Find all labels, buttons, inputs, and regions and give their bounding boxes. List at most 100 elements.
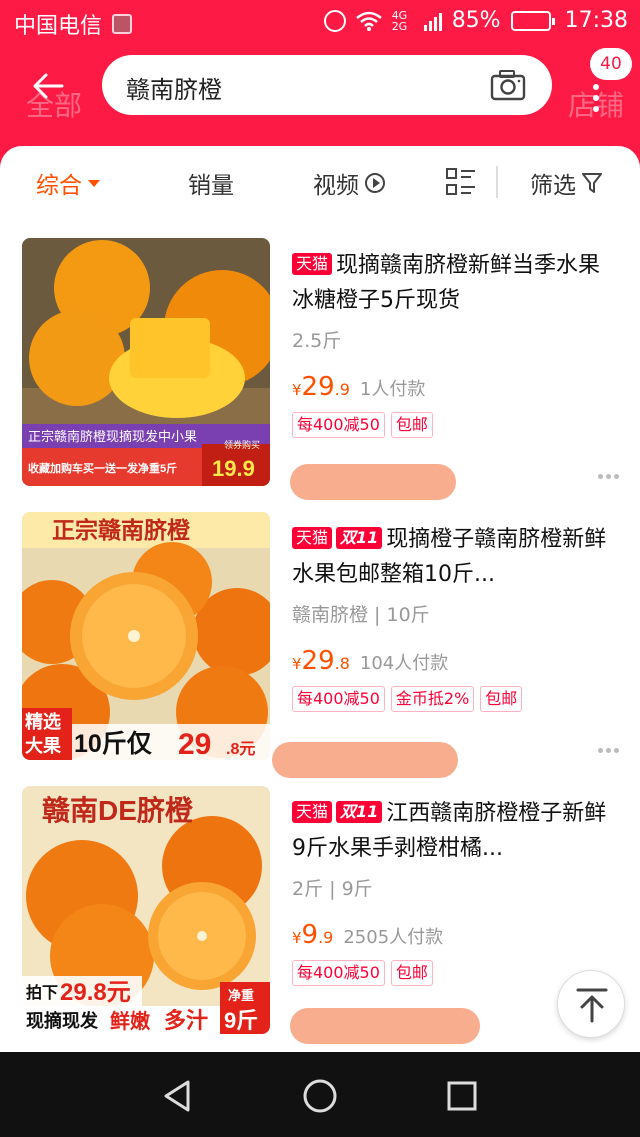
paid-count: 2505人付款: [343, 927, 444, 948]
filter-comprehensive-label: 综合: [36, 173, 82, 199]
image-bottom2: 鲜嫩: [110, 1009, 151, 1033]
more-icon: [593, 84, 601, 114]
product-price: ¥29.8: [292, 646, 350, 676]
alarm-icon: [323, 9, 346, 32]
funnel-icon: [582, 173, 602, 193]
promo-tag: 包邮: [480, 686, 523, 712]
image-price: 19.9: [212, 456, 255, 481]
product-image[interactable]: 正宗赣南脐橙 精选 大果 10斤仅 29 .8元: [22, 512, 270, 760]
status-bar: 中国电信 4G 2G 85% 17:38: [0, 0, 640, 44]
promo-tag: 金币抵2%: [390, 686, 475, 712]
product-spec: 2斤 | 9斤: [292, 878, 373, 900]
back-arrow-icon: [33, 73, 64, 99]
filter-sales-label: 销量: [188, 173, 234, 199]
price-decimal: .8: [334, 654, 350, 673]
caret-down-icon: [88, 179, 100, 187]
item-more-icon[interactable]: [598, 748, 620, 754]
filter-video[interactable]: 视频: [313, 166, 385, 200]
product-price: ¥9.9: [292, 920, 334, 950]
price-decimal: .9: [334, 380, 350, 399]
tmall-badge: 天猫: [292, 253, 333, 275]
image-price: 29.8元: [60, 979, 131, 1006]
network-label: 4G 2G: [391, 8, 408, 33]
filter-video-label: 视频: [313, 173, 359, 199]
back-to-top-button[interactable]: [557, 970, 625, 1038]
image-banner: 赣南DE脐橙: [42, 795, 194, 826]
promo-tag: 包邮: [390, 412, 433, 438]
signal-icon: [423, 11, 442, 31]
product-spec: 2.5斤: [292, 330, 342, 352]
nav-home-icon[interactable]: [300, 1076, 340, 1116]
image-weight-label: 净重: [228, 988, 254, 1003]
paid-count: 104人付款: [359, 653, 449, 674]
image-bottom3: 多汁: [164, 1008, 208, 1033]
shop-name-redacted: [290, 464, 456, 500]
image-text: 10斤仅: [74, 730, 153, 758]
product-title[interactable]: 天猫 双11 江西赣南脐橙橙子新鲜9斤水果手剥橙柑橘...: [292, 796, 612, 866]
promo-tag: 每400减50: [292, 960, 385, 986]
product-title-text: 现摘赣南脐橙新鲜当季水果冰糖橙子5斤现货: [292, 253, 601, 313]
play-icon: [365, 173, 385, 193]
product-title[interactable]: 天猫 现摘赣南脐橙新鲜当季水果冰糖橙子5斤现货: [292, 248, 612, 318]
tmall-badge: 天猫: [292, 801, 333, 823]
filter-divider: [496, 166, 498, 198]
filter-bar: 综合 销量 视频 筛选: [0, 146, 640, 220]
double11-badge: 双11: [336, 527, 383, 549]
nav-back-icon[interactable]: [158, 1076, 198, 1116]
image-price-decimal: .8元: [226, 741, 255, 758]
product-card[interactable]: 赣南DE脐橙 拍下 29.8元 现摘现发 鲜嫩 多汁 净重 9斤 天猫 双11 江西…: [0, 786, 640, 1046]
image-sub: 拍下: [26, 983, 58, 1002]
back-button[interactable]: [28, 66, 68, 106]
image-bottom: 现摘现发: [26, 1010, 99, 1031]
arrow-up-icon: [576, 988, 608, 1023]
image-sub2: 大果: [25, 735, 62, 756]
product-image[interactable]: 赣南DE脐橙 拍下 29.8元 现摘现发 鲜嫩 多汁 净重 9斤: [22, 786, 270, 1034]
price-integer: 29: [301, 372, 335, 402]
tmall-badge: 天猫: [292, 527, 333, 549]
promo-tag: 每400减50: [292, 686, 385, 712]
product-info: 天猫 现摘赣南脐橙新鲜当季水果冰糖橙子5斤现货 2.5斤 ¥29.9 1人付款 每…: [292, 248, 612, 438]
image-price: 29: [178, 728, 211, 760]
system-nav-bar: [0, 1052, 640, 1137]
product-title[interactable]: 天猫 双11 现摘橙子赣南脐橙新鲜水果包邮整箱10斤...: [292, 522, 612, 592]
product-price: ¥29.9: [292, 372, 350, 402]
product-card[interactable]: 正宗赣南脐橙 精选 大果 10斤仅 29 .8元 天猫 双11 现摘橙子赣南脐橙新鲜…: [0, 512, 640, 778]
double11-badge: 双11: [336, 801, 383, 823]
shop-name-redacted: [290, 1008, 480, 1044]
price-integer: 29: [301, 646, 335, 676]
sim-icon: [112, 14, 133, 34]
filter-comprehensive[interactable]: 综合: [36, 166, 100, 200]
product-spec: 赣南脐橙 | 10斤: [292, 604, 430, 626]
battery-icon: [510, 10, 555, 31]
filter-screen-label: 筛选: [530, 173, 576, 199]
results-panel: 综合 销量 视频 筛选 正宗赣南脐橙现摘现发中小果 收藏加购车买一送一发净重5斤…: [0, 146, 640, 1052]
image-sub1: 精选: [25, 711, 61, 732]
price-decimal: .9: [318, 928, 334, 947]
carrier-label: 中国电信: [14, 14, 103, 39]
image-banner: 正宗赣南脐橙现摘现发中小果: [28, 429, 197, 444]
clock: 17:38: [564, 8, 628, 33]
search-input[interactable]: 赣南脐橙: [102, 55, 552, 115]
paid-count: 1人付款: [359, 379, 426, 400]
image-subline: 收藏加购车买一送一发净重5斤: [28, 461, 177, 475]
image-corner: 领券购买: [224, 439, 260, 450]
image-weight: 9斤: [224, 1008, 258, 1033]
product-info: 天猫 双11 江西赣南脐橙橙子新鲜9斤水果手剥橙柑橘... 2斤 | 9斤 ¥9.9…: [292, 796, 612, 986]
item-more-icon[interactable]: [598, 474, 620, 480]
search-query: 赣南脐橙: [126, 76, 222, 104]
promo-tag: 包邮: [390, 960, 433, 986]
product-info: 天猫 双11 现摘橙子赣南脐橙新鲜水果包邮整箱10斤... 赣南脐橙 | 10斤 ¥…: [292, 522, 612, 712]
price-integer: 9: [301, 920, 319, 950]
product-card[interactable]: 正宗赣南脐橙现摘现发中小果 收藏加购车买一送一发净重5斤 领券购买 19.9 天…: [0, 238, 640, 500]
filter-screen[interactable]: 筛选: [530, 166, 602, 200]
product-image[interactable]: 正宗赣南脐橙现摘现发中小果 收藏加购车买一送一发净重5斤 领券购买 19.9: [22, 238, 270, 486]
nav-recents-icon[interactable]: [442, 1076, 482, 1116]
wifi-icon: [355, 11, 382, 31]
list-view-toggle-icon[interactable]: [446, 168, 476, 196]
battery-percent: 85%: [451, 8, 501, 33]
filter-sales[interactable]: 销量: [188, 166, 234, 200]
message-count-badge: 40: [590, 48, 632, 80]
camera-icon[interactable]: [490, 69, 526, 101]
image-banner: 正宗赣南脐橙: [52, 517, 191, 543]
promo-tag: 每400减50: [292, 412, 385, 438]
